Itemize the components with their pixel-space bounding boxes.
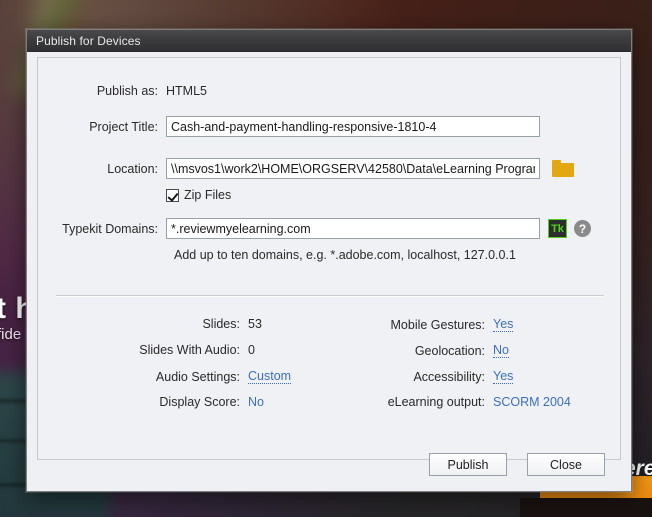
audio-settings-label: Audio Settings: [155, 369, 240, 384]
accessibility-label: Accessibility: [413, 369, 485, 384]
display-score-link[interactable]: No [248, 395, 264, 409]
slides-with-audio-value: 0 [248, 343, 255, 357]
dialog-title: Publish for Devices [36, 33, 141, 48]
location-row: Location: [38, 158, 574, 179]
mobile-gestures-label: Mobile Gestures: [390, 317, 485, 332]
typekit-domains-row: Typekit Domains: Tk ? [38, 218, 591, 239]
folder-icon[interactable] [552, 160, 574, 177]
geolocation-label: Geolocation: [414, 343, 485, 358]
zip-files-row: Zip Files [166, 188, 231, 202]
location-label: Location: [107, 161, 158, 176]
zip-files-checkbox-box [166, 188, 179, 202]
elearning-output-link[interactable]: SCORM 2004 [493, 395, 571, 409]
info-row-slides-with-audio: Slides With Audio: 0 [38, 343, 255, 357]
info-row-accessibility: Accessibility: Yes [313, 369, 514, 384]
publish-for-devices-dialog: Publish for Devices Publish as: HTML5 Pr… [26, 29, 632, 492]
typekit-domains-label: Typekit Domains: [62, 221, 158, 236]
slides-with-audio-label: Slides With Audio: [139, 343, 240, 357]
slides-value: 53 [248, 317, 262, 331]
typekit-hint-row: Add up to ten domains, e.g. *.adobe.com,… [174, 248, 516, 262]
publish-as-label: Publish as: [96, 84, 158, 98]
dialog-content-panel: Publish as: HTML5 Project Title: Locatio… [37, 57, 621, 460]
accessibility-link[interactable]: Yes [493, 369, 514, 384]
info-row-slides: Slides: 53 [38, 317, 262, 331]
location-input[interactable] [166, 158, 540, 179]
section-divider [56, 295, 604, 297]
help-icon[interactable]: ? [574, 220, 591, 237]
info-row-mobile-gestures: Mobile Gestures: Yes [313, 317, 514, 332]
typekit-badge-icon[interactable]: Tk [548, 219, 567, 238]
zip-files-checkbox[interactable]: Zip Files [166, 188, 231, 202]
backdrop-dark-strip [520, 498, 652, 517]
audio-settings-link[interactable]: Custom [248, 369, 292, 384]
dialog-titlebar[interactable]: Publish for Devices [27, 30, 631, 52]
close-button[interactable]: Close [527, 453, 605, 476]
project-title-input[interactable] [166, 116, 540, 137]
typekit-hint-text: Add up to ten domains, e.g. *.adobe.com,… [174, 248, 516, 262]
folder-icon-body [552, 163, 574, 177]
typekit-domains-input[interactable] [166, 218, 540, 239]
info-row-elearning-output: eLearning output: SCORM 2004 [313, 395, 571, 409]
elearning-output-label: eLearning output: [387, 395, 485, 409]
slides-label: Slides: [202, 317, 240, 331]
backdrop-subline: fide [0, 326, 22, 343]
display-score-label: Display Score: [159, 395, 240, 409]
project-title-row: Project Title: [38, 116, 540, 137]
info-row-geolocation: Geolocation: No [313, 343, 509, 358]
project-title-label: Project Title: [89, 119, 158, 134]
publish-as-value: HTML5 [166, 84, 207, 98]
publish-button[interactable]: Publish [429, 453, 507, 476]
mobile-gestures-link[interactable]: Yes [493, 317, 514, 332]
geolocation-link[interactable]: No [493, 343, 509, 358]
info-row-display-score: Display Score: No [38, 395, 264, 409]
zip-files-label: Zip Files [184, 188, 232, 202]
info-row-audio-settings: Audio Settings: Custom [38, 369, 292, 384]
publish-as-row: Publish as: HTML5 [38, 84, 207, 98]
